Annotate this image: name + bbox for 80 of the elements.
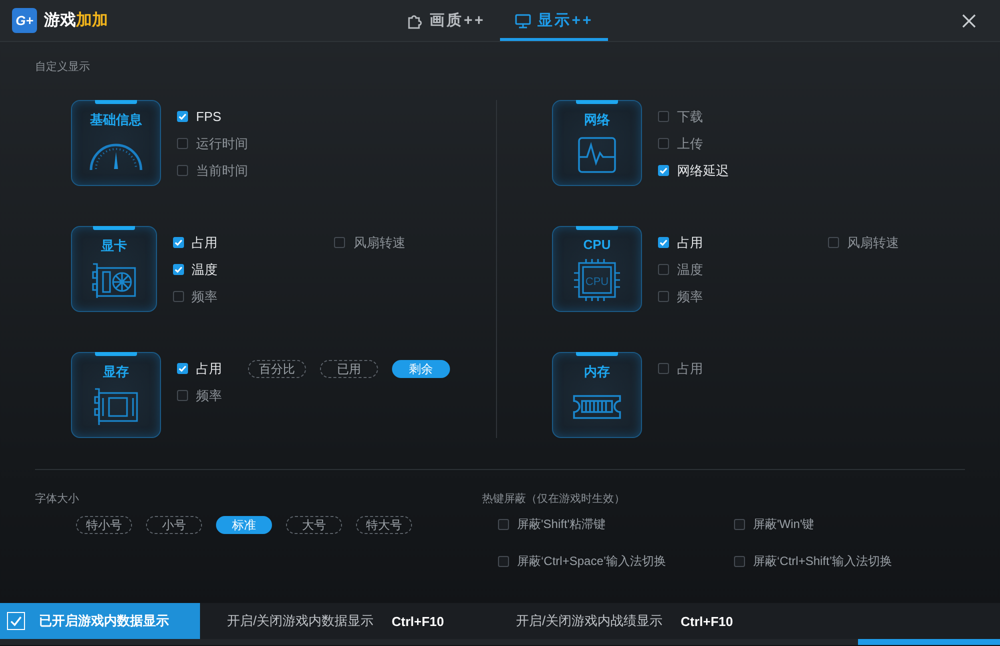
font-size-pill[interactable]: 特大号 <box>356 516 412 534</box>
checkbox[interactable] <box>658 111 669 122</box>
checkbox-option[interactable]: 屏蔽‘Ctrl+Shift’输入法切换 <box>734 553 892 569</box>
section-title: 字体大小 <box>35 492 80 506</box>
section-title: 自定义显示 <box>35 60 91 74</box>
checkbox[interactable] <box>658 138 669 149</box>
app-name: 游戏加加 <box>44 10 108 31</box>
tab[interactable]: 显示++ <box>500 0 608 41</box>
check-icon <box>178 112 187 121</box>
font-size-pill[interactable]: 大号 <box>286 516 342 534</box>
close-icon <box>962 14 976 28</box>
checkbox-option[interactable]: 风扇转速 <box>828 234 899 252</box>
checkbox[interactable] <box>498 556 509 566</box>
puzzle-icon <box>406 12 423 28</box>
checkbox[interactable] <box>177 138 188 149</box>
shortcut-label: 开启/关闭游戏内数据显示 <box>227 612 374 630</box>
checkbox-option[interactable]: 温度 <box>172 260 218 278</box>
check-icon <box>178 364 187 373</box>
shortcut-keys: Ctrl+F10 <box>392 614 444 628</box>
monitor-icon <box>514 12 531 28</box>
checkbox-option[interactable]: 运行时间 <box>177 134 248 152</box>
checkbox[interactable] <box>828 237 839 248</box>
shortcut-keys: Ctrl+F10 <box>680 614 734 628</box>
checkbox[interactable] <box>658 165 669 176</box>
check-icon <box>174 265 183 274</box>
category-title: 网络 <box>584 111 610 129</box>
tab[interactable]: 画质++ <box>392 0 500 41</box>
checkbox-option[interactable]: 当前时间 <box>177 162 248 180</box>
checkbox[interactable] <box>177 390 188 401</box>
checkbox[interactable] <box>177 111 188 122</box>
checkbox[interactable] <box>734 518 745 530</box>
checkbox[interactable] <box>658 363 669 374</box>
check-icon <box>659 166 668 175</box>
checkbox-option[interactable]: 占用 <box>658 360 703 378</box>
checkbox-option[interactable]: FPS <box>177 109 222 124</box>
checkbox-option[interactable]: 温度 <box>658 260 703 278</box>
category-title: 基础信息 <box>90 111 142 129</box>
checkbox[interactable] <box>177 165 188 176</box>
checkbox[interactable] <box>172 291 184 302</box>
checkbox-option[interactable]: 占用 <box>177 360 222 378</box>
section-title: 热键屏蔽（仅在游戏时生效） <box>482 492 626 506</box>
check-icon <box>659 238 668 247</box>
checkbox-option[interactable]: 频率 <box>172 288 218 306</box>
checkbox[interactable] <box>658 291 669 302</box>
checkbox[interactable] <box>172 264 184 275</box>
checkbox-option[interactable]: 频率 <box>177 386 222 404</box>
check-icon <box>174 238 183 247</box>
checkbox[interactable] <box>658 264 669 275</box>
option-pill[interactable]: 百分比 <box>248 360 306 378</box>
graphics-card-icon <box>90 262 137 300</box>
font-size-pill[interactable]: 特小号 <box>76 516 132 534</box>
checkbox[interactable] <box>734 556 745 566</box>
checkbox[interactable] <box>658 237 669 248</box>
checkbox-option[interactable]: 风扇转速 <box>334 234 406 252</box>
checkbox-option[interactable]: 占用 <box>172 234 218 252</box>
shortcut-label: 开启/关闭游戏内战绩显示 <box>516 612 663 630</box>
checkbox-option[interactable]: 频率 <box>658 288 703 306</box>
checkbox-option[interactable]: 屏蔽'Win'键 <box>734 516 892 532</box>
check-icon <box>9 614 23 628</box>
checkbox[interactable] <box>498 518 509 530</box>
checkbox[interactable] <box>172 237 184 248</box>
category-title: 内存 <box>584 363 610 381</box>
category-title: 显卡 <box>100 237 127 255</box>
checkbox[interactable] <box>334 237 346 248</box>
status-toggle[interactable]: 已开启游戏内数据显示 <box>0 603 200 639</box>
category-title: CPU <box>583 237 611 252</box>
checkbox-option[interactable]: 网络延迟 <box>658 162 729 180</box>
ram-stick-icon <box>573 395 621 419</box>
checkbox-option[interactable]: 上传 <box>658 134 703 152</box>
checkbox-option[interactable]: 占用 <box>658 234 703 252</box>
checkbox-option[interactable]: 屏蔽‘Ctrl+Space’输入法切换 <box>498 553 734 569</box>
category-title: 显存 <box>103 363 129 381</box>
checkbox[interactable] <box>177 363 188 374</box>
memory-card-icon <box>93 387 139 427</box>
checkbox-option[interactable]: 下载 <box>658 108 703 126</box>
app-logo: G+ <box>12 8 37 33</box>
font-size-pill[interactable]: 小号 <box>146 516 202 534</box>
option-pill[interactable]: 已用 <box>320 360 378 378</box>
pulse-monitor-icon <box>578 137 616 173</box>
checkbox-option[interactable]: 屏蔽'Shift'粘滞键 <box>498 516 734 532</box>
